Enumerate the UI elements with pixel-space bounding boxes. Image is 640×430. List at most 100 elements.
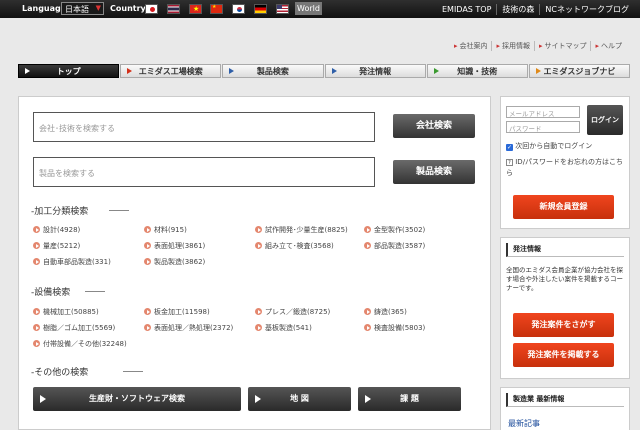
nav-arrow-icon [535, 68, 541, 74]
category-link[interactable]: 製品製造(3862) [144, 257, 205, 267]
country-label: Country: [110, 4, 149, 13]
utility-links: ▸ 会社案内 ▸ 採用情報 ▸ サイトマップ ▸ ヘルプ [450, 41, 626, 51]
world-button[interactable]: World [295, 2, 322, 15]
latest-articles-link[interactable]: 最新記事 [508, 418, 540, 429]
tab-order-info[interactable]: 発注情報 [324, 64, 426, 78]
bullet-arrow-icon [33, 340, 40, 347]
category-link[interactable]: 基板製造(541) [255, 323, 312, 333]
util-link-recruit[interactable]: ▸ 採用情報 [491, 41, 534, 51]
util-link-company[interactable]: ▸ 会社案内 [450, 41, 492, 51]
bullet-arrow-icon [33, 308, 40, 315]
nav-arrow-icon [25, 68, 30, 74]
category-link[interactable]: 量産(5212) [33, 241, 80, 251]
top-link-blog[interactable]: NCネットワークブログ [539, 3, 634, 15]
product-search-placeholder: 製品を検索する [39, 169, 95, 178]
login-panel: メールアドレス パスワード ログイン ✓ 次回から自動でログイン ? ID/パス… [500, 96, 630, 229]
vietnam-flag-icon[interactable]: ★ [189, 4, 202, 14]
korea-flag-icon[interactable] [232, 4, 245, 14]
orders-description: 全国のエミダス会員企業が協力会社を探す場合や外注したい案件を掲載するコーナーです… [506, 266, 623, 292]
category-link[interactable]: 表面処理／熱処理(2372) [144, 323, 233, 333]
goods-software-search-button[interactable]: 生産財・ソフトウェア検索 [33, 387, 241, 411]
category-link[interactable]: 部品製造(3587) [364, 241, 425, 251]
other-section-title: -その他の検索 [31, 365, 143, 378]
company-search-input[interactable]: 会社･技術を検索する [33, 112, 375, 142]
tab-top[interactable]: トップ [18, 64, 120, 78]
auto-login-checkbox[interactable]: ✓ [506, 144, 513, 151]
category-link[interactable]: 検査設備(5803) [364, 323, 425, 333]
category-link[interactable]: 材料(915) [144, 225, 187, 235]
bullet-arrow-icon [144, 258, 151, 265]
orders-title: 発注情報 [506, 243, 624, 257]
japan-flag-icon[interactable] [145, 4, 158, 14]
category-link[interactable]: 付帯設備／その他(32248) [33, 339, 127, 349]
bullet-arrow-icon [144, 226, 151, 233]
bullet-arrow-icon [364, 226, 371, 233]
bullet-arrow-icon [364, 242, 371, 249]
category-link[interactable]: 設計(4928) [33, 225, 80, 235]
tab-factory-search[interactable]: エミダス工場検索 [120, 64, 222, 78]
news-panel: 製造業 最新情報 最新記事 [500, 387, 630, 430]
play-arrow-icon [40, 395, 46, 403]
tab-job-navi[interactable]: エミダスジョブナビ [528, 64, 631, 78]
bullet-arrow-icon [255, 242, 262, 249]
play-arrow-icon [365, 395, 371, 403]
category-link[interactable]: 金型製作(3502) [364, 225, 425, 235]
bullet-arrow-icon [144, 242, 151, 249]
processing-section-title: -加工分類検索 [31, 204, 129, 217]
bullet-arrow-icon [33, 226, 40, 233]
nav-arrow-icon [331, 68, 337, 74]
section-divider [109, 210, 129, 211]
find-orders-button[interactable]: 発注案件をさがす [513, 313, 614, 337]
top-bar: Language: 日本語 ▼ Country: ★ ★ World EMIDA… [0, 0, 640, 18]
nav-arrow-icon [127, 68, 133, 74]
post-orders-button[interactable]: 発注案件を掲載する [513, 343, 614, 367]
bullet-arrow-icon [33, 324, 40, 331]
category-link[interactable]: 組み立て･検査(3568) [255, 241, 334, 251]
category-link[interactable]: 鋳造(365) [364, 307, 407, 317]
nav-arrow-icon [229, 68, 235, 74]
password-input[interactable]: パスワード [506, 121, 580, 133]
category-link[interactable]: 表面処理(3861) [144, 241, 205, 251]
thailand-flag-icon[interactable] [167, 4, 180, 14]
email-input[interactable]: メールアドレス [506, 106, 580, 118]
germany-flag-icon[interactable] [254, 4, 267, 14]
bullet-arrow-icon [255, 324, 262, 331]
main-nav: トップ エミダス工場検索 製品検索 発注情報 知識・技術 エミダスジョブナビ [18, 64, 631, 78]
nav-arrow-icon [433, 68, 439, 74]
bullet-arrow-icon [255, 308, 262, 315]
help-icon: ? [506, 159, 513, 166]
auto-login-row[interactable]: ✓ 次回から自動でログイン [506, 141, 592, 151]
register-button[interactable]: 新規会員登録 [513, 195, 614, 219]
product-search-button[interactable]: 製品検索 [393, 160, 475, 184]
forgot-password-link[interactable]: ? ID/パスワードをお忘れの方はこちら [506, 157, 626, 179]
language-select[interactable]: 日本語 ▼ [61, 2, 104, 15]
company-search-button[interactable]: 会社検索 [393, 114, 475, 138]
category-link[interactable]: プレス／鍛造(8725) [255, 307, 330, 317]
product-search-input[interactable]: 製品を検索する [33, 157, 375, 187]
top-link-forest[interactable]: 技術の森 [496, 3, 539, 15]
category-link[interactable]: 板金加工(11598) [144, 307, 210, 317]
category-link[interactable]: 自動車部品製造(331) [33, 257, 111, 267]
bullet-arrow-icon [33, 258, 40, 265]
category-link[interactable]: 試作開発･少量生産(8825) [255, 225, 348, 235]
bullet-arrow-icon [144, 324, 151, 331]
login-button[interactable]: ログイン [587, 105, 623, 135]
util-link-sitemap[interactable]: ▸ サイトマップ [533, 41, 591, 51]
tab-product-search[interactable]: 製品検索 [222, 64, 324, 78]
category-link[interactable]: 機械加工(50885) [33, 307, 99, 317]
equipment-section-title: -設備検索 [31, 285, 105, 298]
issue-search-button[interactable]: 課 題 [358, 387, 461, 411]
category-link[interactable]: 樹脂／ゴム加工(5569) [33, 323, 115, 333]
map-search-button[interactable]: 地 図 [248, 387, 351, 411]
util-link-help[interactable]: ▸ ヘルプ [590, 41, 626, 51]
usa-flag-icon[interactable] [276, 4, 289, 14]
tab-knowledge[interactable]: 知識・技術 [426, 64, 528, 78]
link-arrow-icon: ▸ [496, 42, 500, 50]
bullet-arrow-icon [364, 308, 371, 315]
top-links: EMIDAS TOP 技術の森 NCネットワークブログ [437, 0, 634, 18]
china-flag-icon[interactable]: ★ [210, 4, 223, 14]
language-value: 日本語 [65, 5, 89, 14]
bullet-arrow-icon [364, 324, 371, 331]
dropdown-arrow-icon: ▼ [95, 4, 101, 12]
top-link-emidas[interactable]: EMIDAS TOP [437, 5, 496, 14]
